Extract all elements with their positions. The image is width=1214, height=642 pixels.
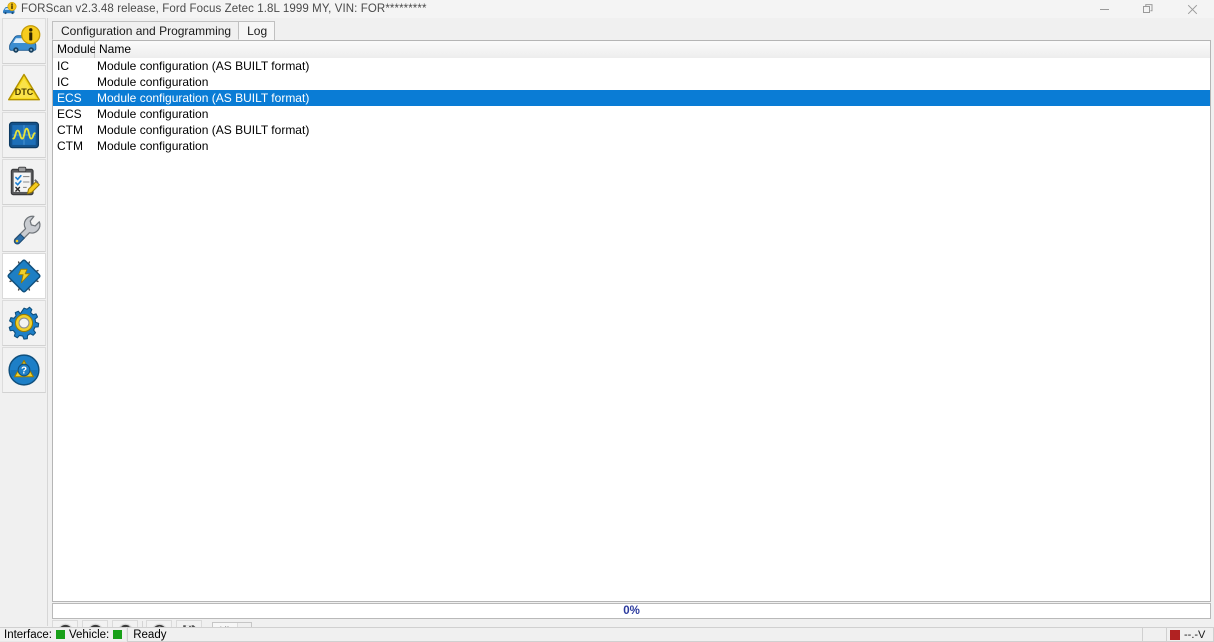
status-bar: Interface: Vehicle: Ready --.-V [0,627,1214,642]
sidebar-item-service[interactable] [2,206,46,252]
table-body: IC Module configuration (AS BUILT format… [53,58,1210,154]
minimize-icon[interactable] [1082,0,1126,18]
tab-label: Log [247,24,268,38]
sidebar-item-oscilloscope[interactable] [2,112,46,158]
close-icon[interactable] [1170,0,1214,18]
status-message: Ready [127,627,1142,642]
column-header-module[interactable]: Module [53,41,96,58]
svg-text:DTC: DTC [15,87,34,97]
cell-name: Module configuration [97,107,209,121]
voltage-value: --.-V [1184,628,1206,641]
sidebar-item-help[interactable]: ? [2,347,46,393]
sidebar-item-tests[interactable] [2,159,46,205]
table-header: Module Name [53,41,1210,58]
tab-label: Configuration and Programming [61,23,232,38]
cell-name: Module configuration (AS BUILT format) [97,123,310,137]
progress-label: 0% [623,605,640,617]
dtc-warning-icon: DTC [7,73,41,101]
main-content: Configuration and Programming Log Module… [49,18,1214,642]
cell-name: Module configuration (AS BUILT format) [97,59,310,73]
sidebar: DTC ? [0,18,48,626]
car-info-icon [9,25,41,53]
restore-icon[interactable] [1126,0,1170,18]
oscilloscope-icon [8,121,40,149]
cell-name: Module configuration [97,75,209,89]
checklist-edit-icon [10,166,40,196]
title-bar: FORScan v2.3.48 release, Ford Focus Zete… [0,0,1214,18]
module-list-panel[interactable]: Module Name IC Module configuration (AS … [52,40,1211,602]
wrench-icon [13,215,41,245]
column-header-name[interactable]: Name [95,41,1210,58]
sidebar-item-settings[interactable] [2,300,46,346]
forscan-window: FORScan v2.3.48 release, Ford Focus Zete… [0,0,1214,642]
table-row[interactable]: CTM Module configuration (AS BUILT forma… [53,122,1210,138]
cell-module: IC [57,75,69,89]
vehicle-status-led [113,630,123,639]
window-controls [1082,0,1214,18]
interface-label: Interface: [4,628,52,641]
svg-text:?: ? [21,366,27,377]
interface-status-led [55,630,65,639]
cell-module: CTM [57,139,83,153]
table-row[interactable]: CTM Module configuration [53,138,1210,154]
cell-module: ECS [57,107,82,121]
gear-icon [8,306,40,340]
table-row[interactable]: IC Module configuration [53,74,1210,90]
table-row-selected[interactable]: ECS Module configuration (AS BUILT forma… [53,90,1210,106]
interface-status: Interface: Vehicle: [0,627,128,642]
tab-strip-filler [274,21,1211,40]
cell-name: Module configuration [97,139,209,153]
tab-configuration-and-programming[interactable]: Configuration and Programming [52,21,240,40]
app-icon [1,1,17,17]
sidebar-item-dtc[interactable]: DTC [2,65,46,111]
steering-help-icon: ? [8,354,40,386]
sidebar-item-configuration[interactable] [2,253,46,299]
voltage-status-led [1170,629,1180,640]
vehicle-label: Vehicle: [68,628,110,641]
table-row[interactable]: IC Module configuration (AS BUILT format… [53,58,1210,74]
cell-module: IC [57,59,69,73]
cell-module: ECS [57,91,82,105]
table-row[interactable]: ECS Module configuration [53,106,1210,122]
status-spacer [1142,627,1166,642]
tab-log[interactable]: Log [238,21,276,40]
progress-bar: 0% [52,603,1211,619]
cell-name: Module configuration (AS BUILT format) [97,91,310,105]
sidebar-item-vehicle-info[interactable] [2,18,46,64]
cell-module: CTM [57,123,83,137]
chip-icon [7,259,41,293]
battery-voltage: --.-V [1166,627,1214,642]
window-title: FORScan v2.3.48 release, Ford Focus Zete… [21,3,427,15]
tab-strip: Configuration and Programming Log [52,21,1211,41]
